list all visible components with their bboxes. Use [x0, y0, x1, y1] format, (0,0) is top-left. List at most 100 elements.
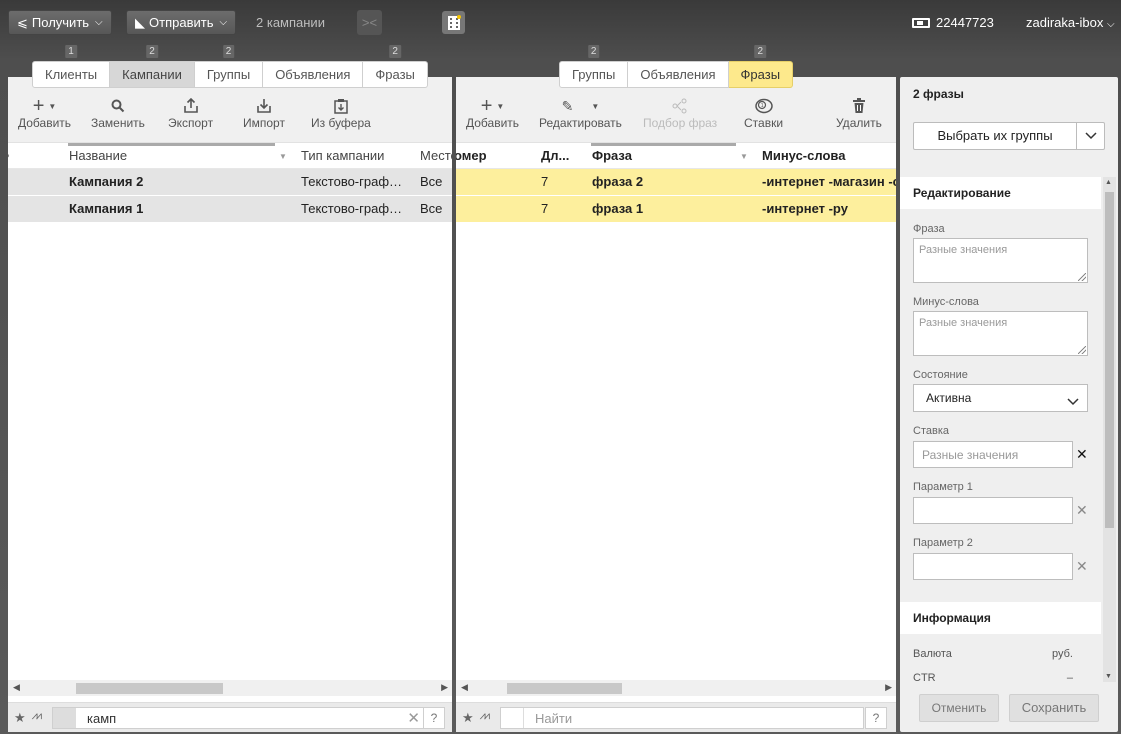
delete-button[interactable]: Удалить — [836, 97, 882, 137]
receive-button[interactable]: ⩽ Получить ⌵ — [8, 10, 112, 35]
tab-label: Кампании — [122, 67, 182, 82]
sort-down-icon[interactable]: ▼ — [279, 152, 287, 161]
phrase-placeholder: Разные значения — [919, 244, 1008, 256]
minus-words-placeholder: Разные значения — [919, 317, 1008, 329]
from-buffer-label: Из буфера — [311, 116, 371, 130]
ctr-row: CTR – — [913, 672, 1073, 684]
user-menu[interactable]: zadiraka-ibox ⌵ — [1026, 15, 1115, 30]
edit-button[interactable]: ✎ ▼ Редактировать — [539, 97, 622, 137]
scroll-left-icon[interactable]: ◀ — [13, 682, 20, 693]
tab-ads[interactable]: Объявления — [263, 61, 364, 88]
phrase-field[interactable]: Разные значения — [913, 238, 1088, 283]
scroll-down-icon[interactable]: ▼ — [1105, 673, 1112, 680]
clear-param1-icon[interactable]: ✕ — [1076, 502, 1088, 519]
chevron-down-icon: ⌵ — [1106, 19, 1115, 30]
wallet-icon — [912, 17, 930, 28]
currency-value: руб. — [1052, 648, 1073, 660]
scrollbar-thumb[interactable] — [507, 683, 622, 694]
phrase-field-label: Фраза — [913, 223, 945, 235]
cancel-button[interactable]: Отменить — [919, 694, 999, 722]
filter-icons: ★ ⩘⩘ — [14, 710, 43, 726]
resize-grip-icon[interactable] — [1078, 273, 1086, 281]
vertical-scrollbar[interactable]: ▲ ▼ — [1103, 177, 1116, 682]
chevron-down-icon[interactable] — [1077, 123, 1104, 149]
close-icon[interactable]: ✕ — [407, 709, 420, 727]
tab-phrases[interactable]: 2 Фразы — [728, 45, 794, 88]
table-row[interactable]: 7 фраза 2 -интернет -магазин -c — [456, 169, 896, 196]
column-minus-words[interactable]: Минус-слова — [762, 148, 845, 163]
export-icon — [183, 97, 199, 115]
import-icon — [256, 97, 272, 115]
tab-phrases[interactable]: 2 Фразы — [363, 45, 428, 88]
clear-bid-icon[interactable]: ✕ — [1076, 446, 1088, 463]
import-button[interactable]: Импорт — [243, 97, 285, 137]
horizontal-scrollbar[interactable]: ◀ ▶ — [8, 680, 452, 696]
help-button[interactable]: ? — [865, 707, 887, 729]
save-button[interactable]: Сохранить — [1009, 694, 1099, 722]
minus-words-field[interactable]: Разные значения — [913, 311, 1088, 356]
collapse-toggle[interactable]: >< — [357, 10, 382, 35]
pick-groups-button[interactable]: Выбрать их группы — [913, 122, 1105, 150]
resize-grip-icon[interactable] — [1078, 346, 1086, 354]
film-icon[interactable] — [442, 11, 465, 34]
phrase-selection-button[interactable]: Подбор фраз — [643, 97, 717, 137]
export-button[interactable]: Экспорт — [168, 97, 213, 137]
sort-down-icon[interactable]: ▼ — [740, 152, 748, 161]
param1-field-label: Параметр 1 — [913, 481, 973, 493]
phrase-minus-words: -интернет -ру — [762, 201, 848, 216]
phrases-search[interactable]: Найти — [500, 707, 864, 729]
plus-icon: + — [32, 95, 45, 117]
scroll-left-icon[interactable]: ◀ — [461, 682, 468, 693]
tags-icon[interactable]: ⩘⩘ — [480, 710, 491, 726]
send-label: Отправить — [149, 15, 214, 30]
edit-icon-wrap: ✎ ▼ — [562, 97, 600, 115]
left-tabs: 1 Клиенты 2 Кампании 2 Группы Объявления… — [32, 45, 428, 88]
horizontal-scrollbar[interactable]: ◀ ▶ — [456, 680, 896, 696]
cursor-icon: ⩽ — [17, 15, 28, 30]
table-row[interactable]: Кампания 1 Текстово-граф… Все — [8, 196, 452, 223]
campaigns-search[interactable]: камп ✕ — [52, 707, 425, 729]
from-buffer-button[interactable]: Из буфера — [311, 97, 371, 137]
campaigns-filter-bar: ★ ⩘⩘ камп ✕ ? — [8, 702, 452, 732]
column-place[interactable]: Место — [420, 148, 452, 163]
search-input[interactable]: камп — [87, 711, 116, 726]
clear-param2-icon[interactable]: ✕ — [1076, 558, 1088, 575]
svg-text:1: 1 — [760, 103, 763, 109]
scroll-right-icon[interactable]: ▶ — [441, 682, 448, 693]
tab-groups[interactable]: 2 Группы — [194, 45, 264, 88]
column-phrase[interactable]: Фраза — [592, 148, 632, 163]
send-button[interactable]: ◣ Отправить ⌵ — [126, 10, 237, 35]
tags-icon[interactable]: ⩘⩘ — [32, 710, 43, 726]
table-row[interactable]: Кампания 2 Текстово-граф… Все — [8, 169, 452, 196]
dropdown-triangle-icon: ▼ — [496, 101, 505, 111]
column-number[interactable]: омер — [456, 148, 487, 163]
star-icon[interactable]: ★ — [462, 710, 474, 726]
bid-input[interactable]: Разные значения — [913, 441, 1073, 468]
column-campaign-type[interactable]: Тип кампании — [301, 148, 384, 163]
help-button[interactable]: ? — [423, 707, 445, 729]
scroll-right-icon[interactable]: ▶ — [885, 682, 892, 693]
scrollbar-thumb[interactable] — [76, 683, 223, 694]
star-icon[interactable]: ★ — [14, 710, 26, 726]
tab-ads[interactable]: Объявления — [628, 61, 729, 88]
param2-input[interactable] — [913, 553, 1073, 580]
bids-button[interactable]: 1 Ставки — [744, 97, 783, 137]
table-row[interactable]: 7 фраза 1 -интернет -ру — [456, 196, 896, 223]
add-button[interactable]: + ▼ Добавить — [18, 95, 71, 137]
tab-campaigns[interactable]: 2 Кампании — [110, 45, 195, 88]
state-select[interactable]: Активна — [913, 384, 1088, 412]
scrollbar-thumb[interactable] — [1105, 192, 1114, 528]
tab-clients[interactable]: 1 Клиенты — [32, 45, 111, 88]
search-input[interactable]: Найти — [535, 711, 572, 726]
add-button[interactable]: + ▼ Добавить — [466, 96, 519, 137]
scroll-up-icon[interactable]: ▲ — [1105, 179, 1112, 186]
phrase-length: 7 — [541, 174, 549, 189]
campaign-type: Текстово-граф… — [301, 201, 403, 216]
phrases-table-header: омер Дл... Фраза ▼ Минус-слова — [456, 143, 896, 169]
replace-button[interactable]: Заменить — [91, 97, 145, 137]
campaigns-panel: + ▼ Добавить Заменить Экспорт Импорт Из … — [8, 77, 452, 732]
param1-input[interactable] — [913, 497, 1073, 524]
column-length[interactable]: Дл... — [541, 148, 569, 163]
column-name[interactable]: Название — [69, 148, 127, 163]
tab-groups[interactable]: 2 Группы — [559, 45, 629, 88]
